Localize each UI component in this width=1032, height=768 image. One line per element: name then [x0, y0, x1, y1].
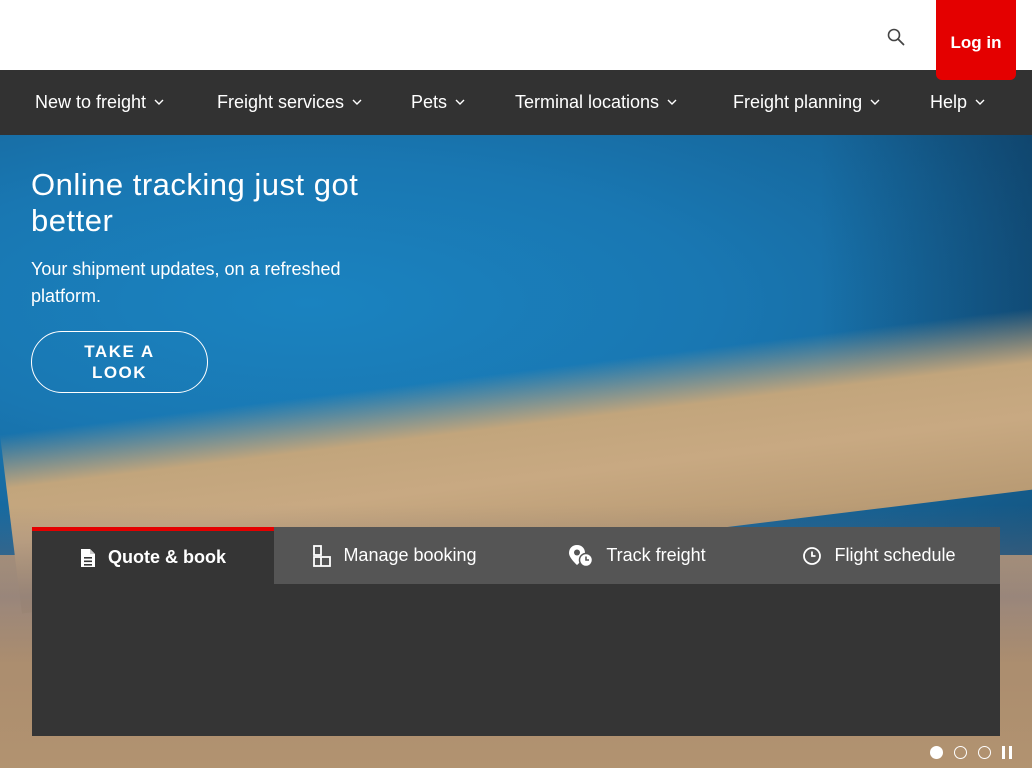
chevron-down-icon [870, 99, 880, 106]
tab-label: Manage booking [343, 545, 477, 565]
nav-item-label: New to freight [35, 92, 147, 112]
tab-flight-schedule[interactable]: Flight schedule [758, 527, 1000, 584]
chevron-down-icon [154, 99, 164, 106]
carousel-dot-3[interactable] [978, 746, 991, 759]
tab-manage-booking[interactable]: Manage booking [274, 527, 516, 584]
booking-tabs: Quote & book Manage booking Track freigh… [32, 527, 1000, 584]
search-button[interactable] [880, 22, 912, 52]
pause-bar [1002, 746, 1005, 759]
nav-item-label: Help [930, 92, 968, 112]
manage-booking-icon [313, 544, 332, 567]
site-header: Log in [0, 0, 1032, 80]
nav-item-new-to-freight[interactable]: New to freight [35, 70, 164, 135]
tab-label: Track freight [606, 545, 706, 565]
carousel-dot-2[interactable] [954, 746, 967, 759]
chevron-down-icon [667, 99, 677, 106]
nav-item-freight-planning[interactable]: Freight planning [733, 70, 880, 135]
pause-icon[interactable] [1002, 746, 1012, 759]
tab-track-freight[interactable]: Track freight [516, 527, 758, 584]
hero-title: Online tracking just got better [31, 167, 359, 238]
nav-item-label: Terminal locations [515, 92, 660, 112]
login-button[interactable]: Log in [936, 0, 1016, 80]
pause-bar [1009, 746, 1012, 759]
main-nav: New to freight Freight services Pets Ter… [0, 70, 1032, 135]
nav-item-pets[interactable]: Pets [411, 70, 465, 135]
chevron-down-icon [352, 99, 362, 106]
booking-widget: Quote & book Manage booking Track freigh… [32, 527, 1000, 736]
track-freight-icon [568, 544, 594, 568]
document-icon [80, 548, 96, 568]
tab-quote-and-book[interactable]: Quote & book [32, 527, 274, 584]
search-icon [887, 28, 905, 46]
nav-item-label: Pets [411, 92, 448, 112]
tab-label: Flight schedule [834, 545, 956, 565]
nav-item-label: Freight services [217, 92, 345, 112]
nav-item-label: Freight planning [733, 92, 863, 112]
clock-icon [802, 546, 822, 566]
chevron-down-icon [455, 99, 465, 106]
tab-label: Quote & book [108, 547, 226, 567]
carousel-dot-1[interactable] [930, 746, 943, 759]
take-a-look-button[interactable]: TAKE A LOOK [31, 331, 208, 393]
chevron-down-icon [975, 99, 985, 106]
nav-item-freight-services[interactable]: Freight services [217, 70, 362, 135]
nav-item-terminal-locations[interactable]: Terminal locations [515, 70, 677, 135]
hero-subtitle: Your shipment updates, on a refreshed pl… [31, 259, 341, 306]
